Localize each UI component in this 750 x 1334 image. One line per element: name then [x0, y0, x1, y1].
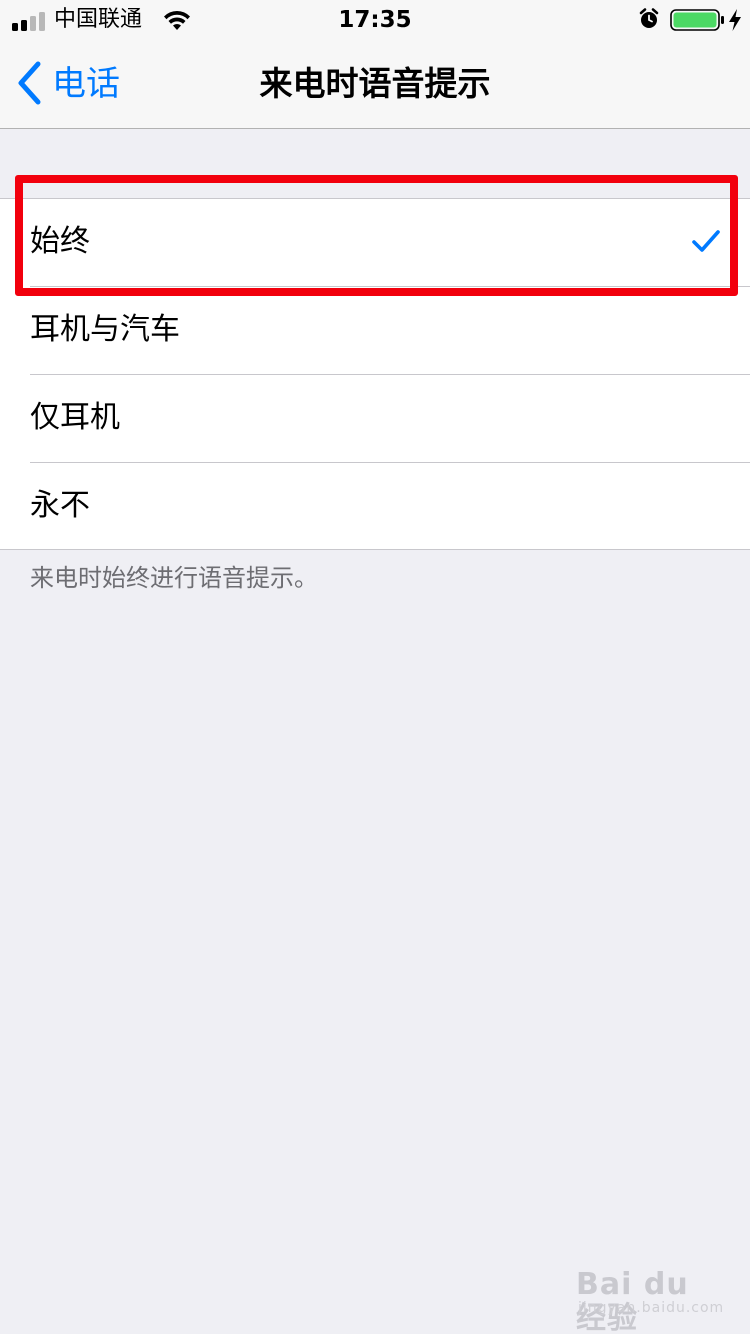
- battery-icon: [670, 9, 724, 31]
- highlight-annotation: [15, 175, 738, 296]
- footer-description: 来电时始终进行语音提示。: [30, 564, 318, 592]
- option-headphones-and-car[interactable]: 耳机与汽车: [0, 287, 750, 375]
- option-label: 耳机与汽车: [30, 312, 180, 347]
- option-headphones-only[interactable]: 仅耳机: [0, 375, 750, 463]
- watermark-url: jingyan.baidu.com: [578, 1300, 725, 1316]
- option-label: 仅耳机: [30, 400, 120, 435]
- charging-icon: [729, 9, 741, 31]
- page-title: 来电时语音提示: [259, 64, 491, 103]
- option-never[interactable]: 永不: [0, 463, 750, 551]
- status-bar: 中国联通 17:35: [0, 0, 750, 40]
- watermark-logo: Bai du经验 jingyan.baidu.com: [576, 1268, 723, 1334]
- option-label: 永不: [30, 488, 90, 523]
- alarm-icon: [639, 8, 659, 28]
- navigation-bar: 电话 来电时语音提示: [0, 40, 750, 129]
- screen: 中国联通 17:35 电话 来电时语音提示 始终 耳机与汽车 仅耳机 永不 来电…: [0, 0, 750, 1334]
